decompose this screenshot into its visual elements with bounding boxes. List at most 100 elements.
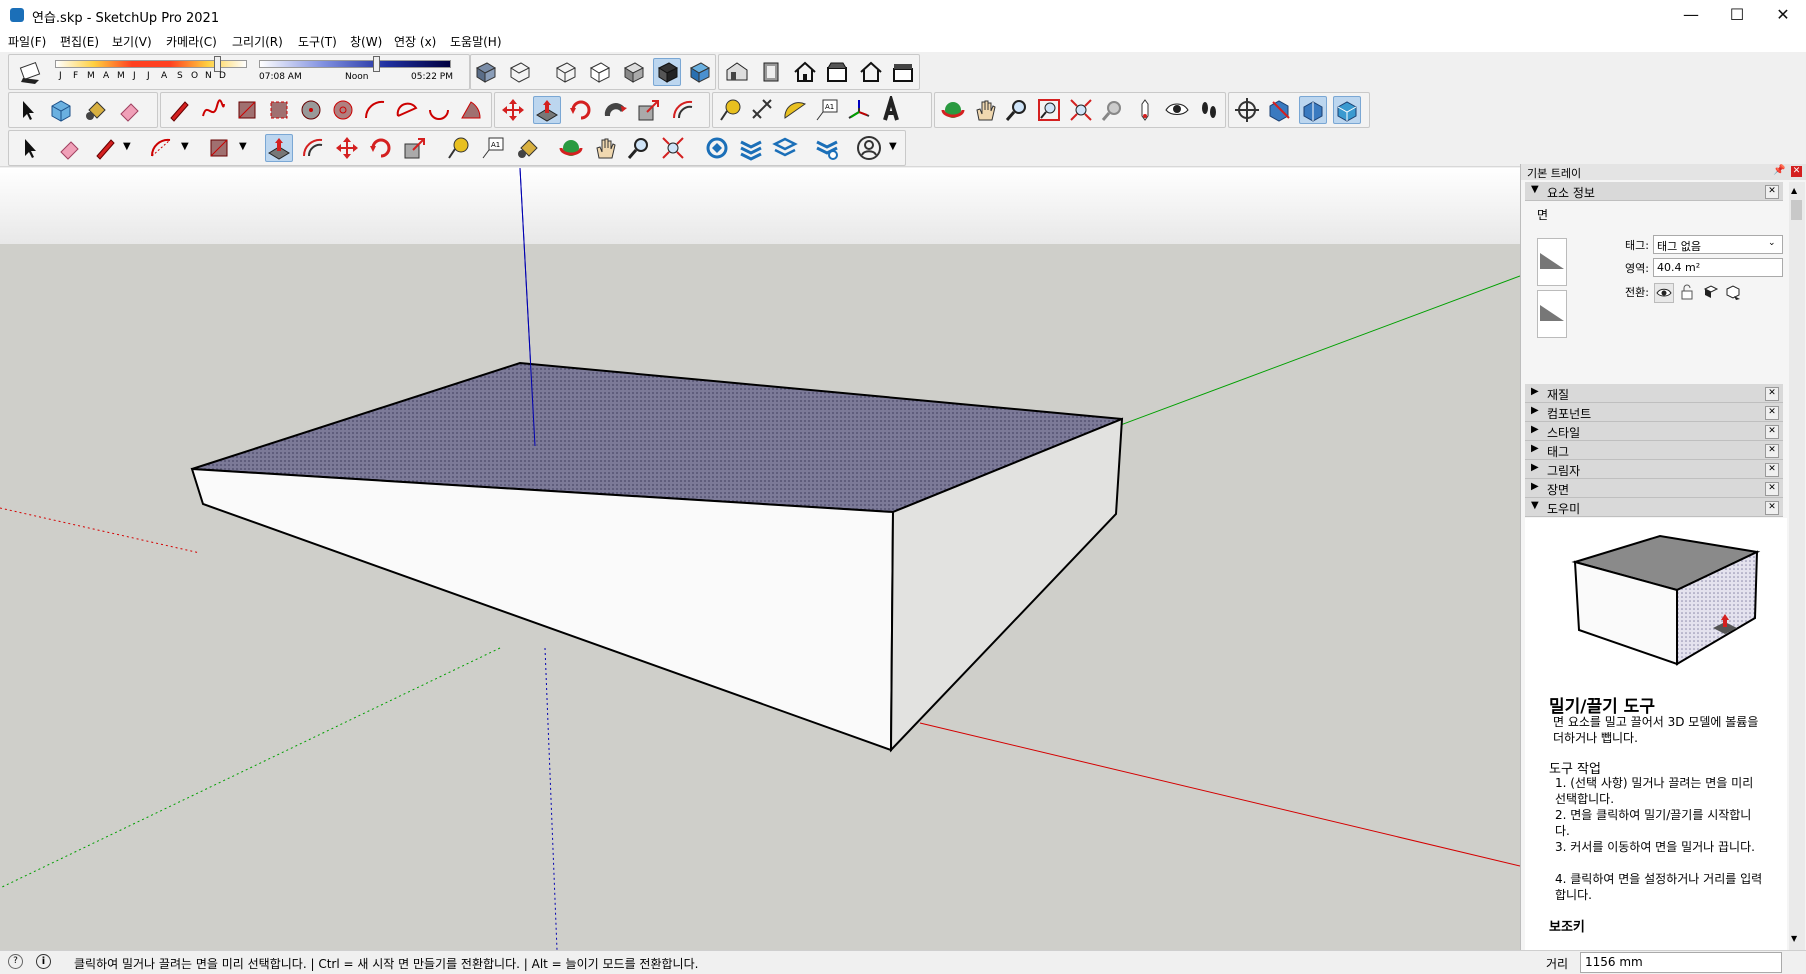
iso-view-icon[interactable] — [723, 58, 751, 86]
look-around-icon[interactable] — [1163, 96, 1191, 124]
hidden-line-icon[interactable] — [585, 58, 613, 86]
menu-file[interactable]: 파일(F) — [8, 33, 46, 50]
pan-tool-icon[interactable] — [591, 134, 619, 162]
chevron-down-icon[interactable]: ▼ — [181, 141, 189, 152]
right-view-icon[interactable] — [823, 58, 851, 86]
scroll-down-icon[interactable]: ▼ — [1791, 934, 1797, 943]
offset-icon[interactable] — [669, 96, 697, 124]
panel-styles[interactable]: ▶ 스타일 ✕ — [1525, 422, 1783, 441]
panel-close-icon[interactable]: ✕ — [1765, 501, 1779, 515]
3d-text-icon[interactable] — [877, 96, 905, 124]
panel-close-icon[interactable]: ✕ — [1765, 425, 1779, 439]
shape-tool-icon[interactable] — [205, 134, 233, 162]
panel-components[interactable]: ▶ 컴포넌트 ✕ — [1525, 403, 1783, 422]
tape-measure-tool-icon[interactable] — [445, 134, 473, 162]
eraser-tool-icon[interactable] — [55, 134, 83, 162]
dimension-icon[interactable] — [749, 96, 777, 124]
position-camera-icon[interactable] — [1131, 96, 1159, 124]
move-tool-icon[interactable] — [333, 134, 361, 162]
extension-manager-icon[interactable] — [813, 134, 841, 162]
rotate-tool-icon[interactable] — [367, 134, 395, 162]
chevron-down-icon[interactable]: ▼ — [123, 141, 131, 152]
panel-close-icon[interactable]: ✕ — [1765, 444, 1779, 458]
model-viewport[interactable] — [0, 168, 1520, 950]
front-material-swatch[interactable] — [1537, 238, 1567, 286]
scale-tool-icon[interactable] — [401, 134, 429, 162]
back-view-icon[interactable] — [857, 58, 885, 86]
eraser-icon[interactable] — [115, 96, 143, 124]
orbit-tool-icon[interactable] — [557, 134, 585, 162]
select-tool-icon[interactable] — [15, 134, 43, 162]
section-plane-icon[interactable] — [1233, 96, 1261, 124]
pan-hand-icon[interactable] — [971, 96, 999, 124]
receive-shadows-icon[interactable] — [1702, 283, 1720, 301]
three-point-arc-icon[interactable] — [425, 96, 453, 124]
zoom-extents-tool-icon[interactable] — [659, 134, 687, 162]
text-icon[interactable]: A1 — [813, 96, 841, 124]
info-icon[interactable]: i — [36, 954, 51, 969]
section-planes-display-icon[interactable] — [1265, 96, 1293, 124]
top-view-icon[interactable] — [757, 58, 785, 86]
monochrome-icon[interactable] — [685, 58, 713, 86]
chevron-down-icon[interactable]: ▼ — [239, 141, 247, 152]
panel-close-icon[interactable]: ✕ — [1765, 185, 1779, 199]
time-slider-thumb[interactable] — [373, 56, 380, 72]
entity-info-header[interactable]: ▼ 요소 정보 ✕ — [1525, 182, 1783, 201]
scroll-up-icon[interactable]: ▲ — [1791, 186, 1797, 195]
panel-tags[interactable]: ▶ 태그 ✕ — [1525, 441, 1783, 460]
scene-canvas[interactable] — [0, 168, 1520, 950]
time-slider[interactable] — [259, 60, 451, 68]
menu-tools[interactable]: 도구(T) — [298, 33, 337, 50]
panel-close-icon[interactable]: ✕ — [1765, 482, 1779, 496]
protractor-icon[interactable] — [781, 96, 809, 124]
xray-icon[interactable] — [471, 58, 499, 86]
section-cuts-icon[interactable] — [1299, 96, 1327, 124]
move-icon[interactable] — [499, 96, 527, 124]
left-view-icon[interactable] — [889, 58, 917, 86]
menu-window[interactable]: 창(W) — [350, 33, 382, 50]
shadow-toggle-icon[interactable] — [17, 58, 45, 86]
shaded-icon[interactable] — [619, 58, 647, 86]
pie-icon[interactable] — [457, 96, 485, 124]
walk-icon[interactable] — [1195, 96, 1223, 124]
circle-icon[interactable] — [297, 96, 325, 124]
account-avatar-icon[interactable] — [855, 134, 883, 162]
back-edges-icon[interactable] — [505, 58, 533, 86]
scroll-thumb[interactable] — [1791, 200, 1802, 220]
panel-close-icon[interactable]: ✕ — [1765, 406, 1779, 420]
follow-me-icon[interactable] — [601, 96, 629, 124]
close-button[interactable]: ✕ — [1760, 0, 1806, 30]
rotate-icon[interactable] — [567, 96, 595, 124]
line-pencil-icon[interactable] — [165, 96, 193, 124]
menu-help[interactable]: 도움말(H) — [450, 33, 502, 50]
shaded-textures-icon[interactable] — [653, 58, 681, 86]
menu-camera[interactable]: 카메라(C) — [166, 33, 217, 50]
panel-close-icon[interactable]: ✕ — [1765, 463, 1779, 477]
previous-view-icon[interactable] — [1099, 96, 1127, 124]
zoom-icon[interactable] — [1003, 96, 1031, 124]
lock-toggle-icon[interactable] — [1678, 283, 1696, 301]
axes-icon[interactable] — [845, 96, 873, 124]
rectangle-icon[interactable] — [233, 96, 261, 124]
chevron-down-icon[interactable]: ▼ — [889, 141, 897, 152]
tray-scrollbar[interactable]: ▲ ▼ — [1789, 182, 1805, 950]
select-arrow-icon[interactable] — [13, 96, 41, 124]
push-pull-icon[interactable] — [533, 96, 561, 124]
maximize-button[interactable]: ☐ — [1714, 0, 1760, 30]
tag-select[interactable]: 태그 없음 ⌄ — [1653, 235, 1783, 254]
two-point-arc-icon[interactable] — [393, 96, 421, 124]
section-fill-icon[interactable] — [1333, 96, 1361, 124]
paint-bucket-tool-icon[interactable] — [513, 134, 541, 162]
geo-location-icon[interactable]: ? — [8, 954, 23, 969]
date-slider-thumb[interactable] — [214, 56, 221, 72]
hide-toggle-eye-icon[interactable] — [1654, 283, 1674, 303]
pencil-tool-icon[interactable] — [91, 134, 119, 162]
menu-view[interactable]: 보기(V) — [112, 33, 152, 50]
text-tool-icon[interactable]: A1 — [479, 134, 507, 162]
pin-icon[interactable]: 📌 — [1773, 165, 1785, 176]
arc-tool-icon[interactable] — [147, 134, 175, 162]
tape-measure-icon[interactable] — [717, 96, 745, 124]
extension-warehouse-icon[interactable] — [737, 134, 765, 162]
zoom-window-icon[interactable] — [1035, 96, 1063, 124]
zoom-extents-icon[interactable] — [1067, 96, 1095, 124]
